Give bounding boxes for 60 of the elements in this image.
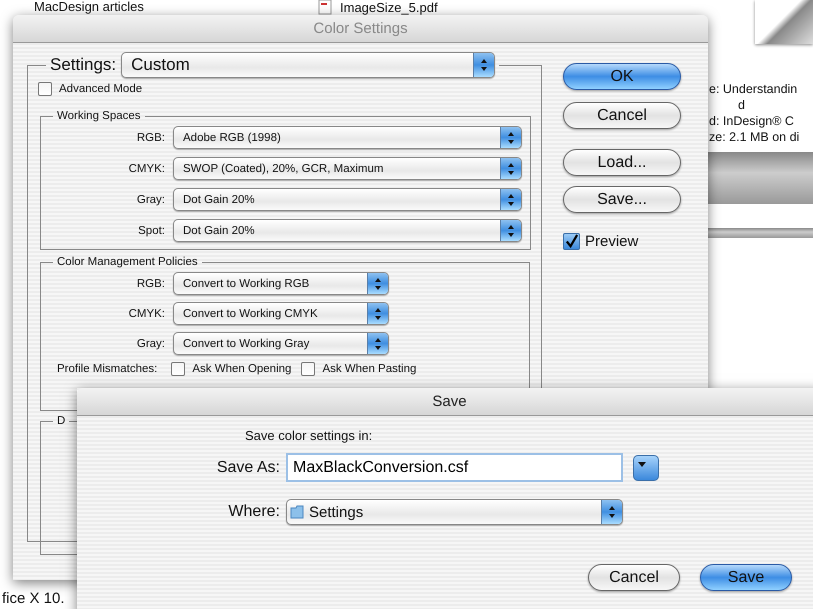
window-title: Save [432,393,467,410]
dialog-button[interactable]: Load... [563,149,681,176]
preset-popup[interactable]: Custom [121,52,496,78]
stepper-arrows-icon [507,162,515,176]
checkbox-label: Advanced Mode [59,83,142,95]
stepper-arrows-icon [374,276,382,290]
field-label: Gray: [136,194,165,206]
info-text: d [737,98,746,112]
group-title: D [57,415,66,427]
checkbox[interactable] [301,362,316,376]
dialog-button[interactable]: Cancel [588,564,680,591]
field-label: Profile Mismatches: [57,363,158,375]
filename-field[interactable]: MaxBlackConversion.csf [286,453,623,482]
dropdown[interactable]: Dot Gain 20% [173,188,522,211]
dropdown[interactable]: Convert to Working Gray [173,332,389,355]
image-thumbnail [755,0,813,44]
stepper-arrows-icon [608,505,616,519]
dropdown[interactable]: Dot Gain 20% [173,219,522,242]
file-name[interactable]: ImageSize_5.pdf [340,0,438,14]
group-title: Working Spaces [57,110,141,122]
dropdown[interactable]: Convert to Working RGB [173,272,389,295]
field-label: Where: [227,503,280,521]
dialog-button[interactable]: OK [563,63,681,90]
field-label: CMYK: [128,162,165,174]
field-label: Save As: [216,458,280,476]
stepper-arrows-icon [480,58,488,72]
location-popup[interactable]: Settings [286,499,623,525]
dropdown[interactable]: Adobe RGB (1998) [173,126,522,149]
info-text: e: Understandin [709,82,798,96]
folder-title: MacDesign articles [34,0,144,14]
stepper-arrows-icon [507,224,515,238]
folder-icon [290,504,306,520]
field-label: RGB: [136,278,165,290]
field-label: CMYK: [128,308,165,320]
field-label: Gray: [136,338,165,350]
field-label: Spot: [137,224,165,236]
stepper-arrows-icon [507,130,515,144]
window-text: fice X 10. [2,590,65,607]
checkbox-label: Ask When Pasting [322,363,416,375]
settings-label: Settings: [50,55,116,75]
field-label: RGB: [136,132,165,144]
dropdown[interactable]: SWOP (Coated), 20%, GCR, Maximum [173,157,522,180]
checkbox[interactable] [171,362,186,376]
checkbox-label: Preview [585,233,638,250]
checkbox-label: Ask When Opening [192,363,292,375]
prompt-text: Save color settings in: [245,428,374,443]
dialog-button[interactable]: Save [700,564,792,591]
stepper-arrows-icon [507,192,515,206]
stepper-arrows-icon [374,336,382,350]
dialog-button[interactable]: Save... [563,186,681,213]
checkbox[interactable] [38,82,52,96]
dropdown[interactable]: Convert to Working CMYK [173,302,389,325]
stepper-arrows-icon [374,306,382,320]
dialog-button[interactable]: Cancel [563,102,681,129]
window-title: Color Settings [313,20,408,37]
expand-button-icon [633,454,659,480]
info-text: ze: 2.1 MB on di [709,130,800,144]
group-title: Color Management Policies [57,256,198,268]
info-text: d: InDesign® C [709,114,795,128]
checkbox[interactable] [563,233,580,250]
